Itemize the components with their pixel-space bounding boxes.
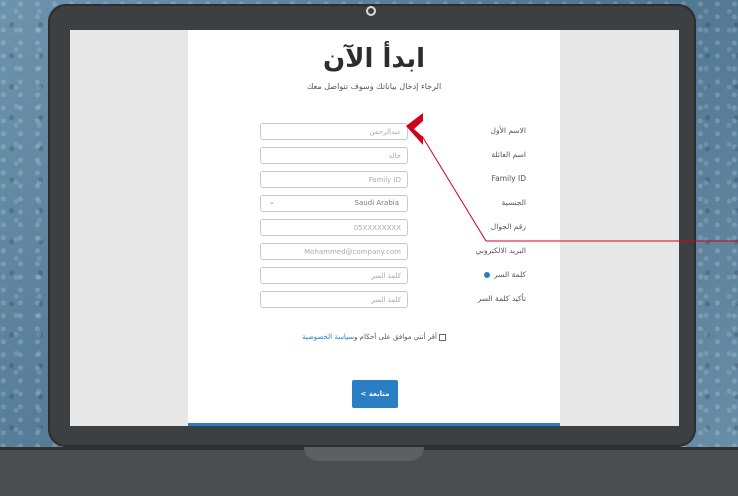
callout-annotation xyxy=(406,113,738,242)
callout-line xyxy=(421,135,487,242)
callout-arrow-icon xyxy=(406,113,423,145)
